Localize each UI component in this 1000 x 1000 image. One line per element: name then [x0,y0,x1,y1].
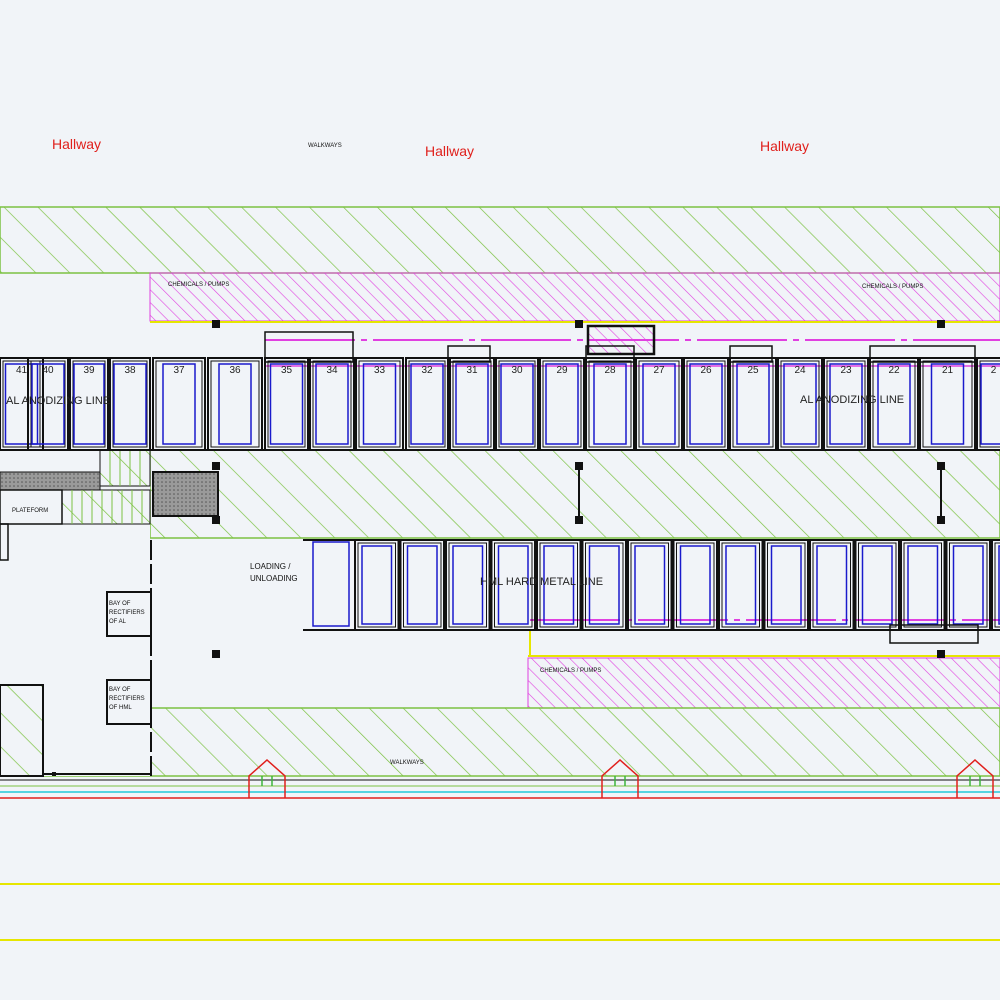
tank-35: 35 [264,357,309,451]
tank-cover-31 [447,345,491,363]
platform-room [0,489,63,525]
tank-number-label: 2 [991,365,997,376]
hml-tank [399,539,445,631]
tank-cover-25 [729,345,773,363]
chemicals-pumps-bottom-zone [527,657,1000,709]
hallway-label-center: Hallway [425,143,474,159]
hml-hard-metal-line-label: HML HARD METAL LINE [480,576,603,588]
hallway-label-left: Hallway [52,136,101,152]
tank-36: 36 [207,357,263,451]
tank-cover-22-21 [869,345,976,363]
tank-number-label: 21 [942,365,954,376]
tank-30: 30 [495,357,539,451]
tank-31: 31 [449,357,495,451]
loading-label-2: UNLOADING [250,574,298,583]
bay-hml-label-2: RECTIFIERS [109,696,145,702]
tank-32: 32 [405,357,449,451]
hml-tank [991,539,1000,631]
chemicals-pumps-top-zone [149,272,1000,322]
tank-2: 2 [976,357,1000,451]
tank-29: 29 [539,357,585,451]
hml-tank [945,539,991,631]
tank-34: 34 [309,357,355,451]
tank-number-label: 41 [16,365,28,376]
stair-top [99,449,151,487]
hml-extra-box [889,624,979,644]
tank-number-label: 23 [840,365,852,376]
tank-number-label: 31 [466,365,478,376]
tank-37: 37 [152,357,206,451]
tank-number-label: 24 [794,365,806,376]
tank-number-label: 32 [421,365,433,376]
platform-label: PLATEFORM [12,508,48,514]
walkway-top-zone [0,206,1000,274]
loading-tank [312,541,350,627]
tank-number-label: 33 [374,365,386,376]
hml-tank [900,539,946,631]
tank-number-label: 22 [888,365,900,376]
bay-hml-label-3: OF HML [109,705,132,711]
tank-33: 33 [355,357,404,451]
hallway-label-right: Hallway [760,138,809,154]
stair-bottom [61,489,151,525]
tank-21: 21 [919,357,976,451]
walkways-label-top: WALKWAYS [308,143,342,149]
tank-26: 26 [683,357,729,451]
tank-number-label: 36 [229,365,241,376]
tank-number-label: 29 [556,365,568,376]
tank-number-label: 27 [653,365,665,376]
platform-strip-left [0,471,101,491]
al-anodizing-line-label-right: AL ANODIZING LINE [800,394,904,406]
chemicals-pumps-label-bottom: CHEMICALS / PUMPS [540,668,601,674]
al-anodizing-line-label-left: AL ANODIZING LINE [6,395,110,407]
tank-25: 25 [729,357,777,451]
bay-al-label-3: OF AL [109,619,127,625]
floor-plan: 41 40 39 38 37 36 35 34 33 32 31 30 29 28 27 26 25 24 23 22… [0,136,1000,941]
tank-number-label: 39 [83,365,95,376]
hml-tank [718,539,764,631]
hml-tank [672,539,718,631]
gate-inner-marks [261,776,981,786]
tank-27: 27 [635,357,683,451]
hml-tank [354,539,400,631]
tank-number-label: 28 [604,365,616,376]
tank-number-label: 25 [747,365,759,376]
hml-tank [627,539,673,631]
hml-tank [854,539,900,631]
magenta-pump-box [586,324,656,356]
left-lower-room [0,684,44,777]
loading-label-1: LOADING / [250,562,291,571]
tank-number-label: 40 [42,365,54,376]
walkways-label-bottom: WALKWAYS [390,760,424,766]
tank-number-label: 34 [326,365,338,376]
tank-28: 28 [585,357,635,451]
tank-number-label: 38 [124,365,136,376]
bay-hml-label-1: BAY OF [109,687,131,693]
tank-number-label: 30 [511,365,523,376]
bay-al-label-1: BAY OF [109,601,131,607]
chemicals-pumps-label-top-left: CHEMICALS / PUMPS [168,282,229,288]
tank-number-label: 37 [173,365,185,376]
platform-strip-right [152,471,219,517]
chemicals-pumps-label-top-right: CHEMICALS / PUMPS [862,284,923,290]
hml-hard-metal-tank-row [312,539,1000,631]
tank-number-label: 35 [281,365,293,376]
bay-al-label-2: RECTIFIERS [109,610,145,616]
tank-number-label: 26 [700,365,712,376]
hml-tank [763,539,809,631]
tank-38: 38 [109,357,151,451]
hml-tank [809,539,855,631]
